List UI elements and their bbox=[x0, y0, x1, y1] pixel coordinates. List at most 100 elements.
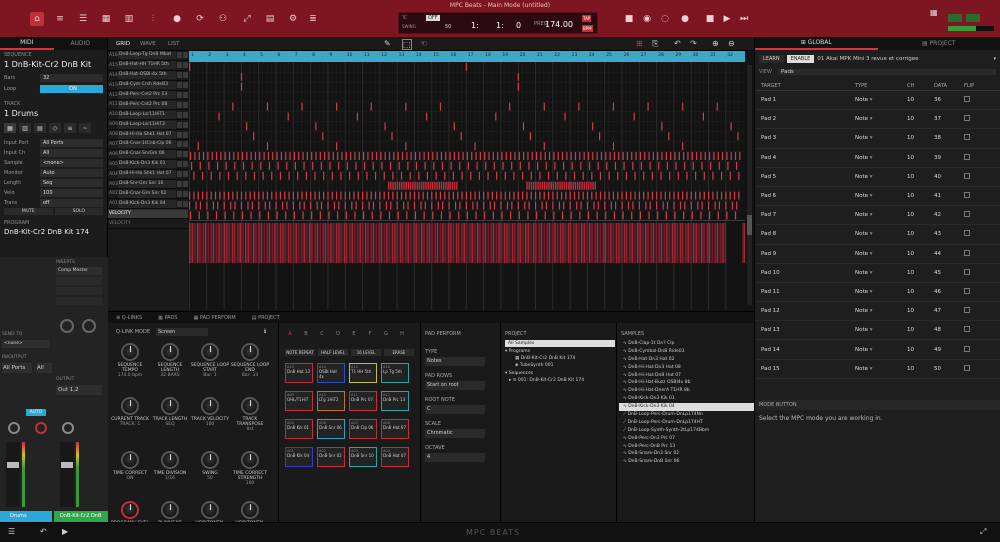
type-cell[interactable]: Note ▾ bbox=[855, 193, 907, 199]
note[interactable] bbox=[405, 191, 407, 200]
track-row[interactable]: A04 DnB-Hi-Ha Shk1 Hat 07 bbox=[108, 170, 188, 180]
note[interactable] bbox=[403, 201, 405, 210]
note[interactable] bbox=[514, 152, 516, 160]
note[interactable] bbox=[458, 211, 460, 220]
note[interactable] bbox=[709, 211, 711, 220]
note[interactable] bbox=[540, 152, 542, 160]
note[interactable] bbox=[652, 152, 654, 160]
ch-cell[interactable]: 10 bbox=[907, 116, 934, 122]
note[interactable] bbox=[479, 152, 481, 160]
note[interactable] bbox=[475, 211, 477, 220]
mapping-row[interactable]: Pad 2 Note ▾ 10 37 bbox=[755, 110, 1000, 130]
note[interactable] bbox=[552, 201, 554, 210]
track-row[interactable]: A15 DnB-Hat-HH T1HR 5th bbox=[108, 61, 188, 71]
note[interactable] bbox=[644, 152, 646, 160]
note[interactable] bbox=[528, 162, 530, 170]
solo-toggle[interactable] bbox=[183, 121, 188, 128]
note[interactable] bbox=[249, 191, 251, 200]
note[interactable] bbox=[626, 152, 629, 160]
swing-value[interactable]: 50 bbox=[445, 24, 451, 30]
note[interactable] bbox=[379, 201, 381, 210]
pad-function-button[interactable]: ERASE bbox=[384, 349, 414, 356]
note[interactable] bbox=[483, 191, 485, 200]
note[interactable] bbox=[397, 211, 399, 220]
note[interactable] bbox=[635, 152, 637, 160]
note[interactable] bbox=[682, 102, 684, 111]
solo-toggle[interactable] bbox=[183, 200, 188, 207]
note[interactable] bbox=[725, 201, 727, 210]
note[interactable] bbox=[727, 162, 729, 170]
note[interactable] bbox=[259, 211, 261, 220]
home-icon[interactable]: ⌂ bbox=[30, 12, 44, 26]
type-cell[interactable]: Note ▾ bbox=[855, 289, 907, 295]
note[interactable] bbox=[327, 201, 329, 210]
note[interactable] bbox=[472, 201, 474, 210]
sample-item[interactable]: ∿ DnB-Perc-DnB Prc 13 bbox=[619, 443, 755, 451]
note[interactable] bbox=[198, 152, 200, 160]
note[interactable] bbox=[240, 82, 243, 91]
note[interactable] bbox=[357, 191, 359, 200]
note[interactable] bbox=[554, 181, 557, 190]
note[interactable] bbox=[440, 211, 443, 220]
note[interactable] bbox=[267, 211, 270, 220]
note[interactable] bbox=[530, 171, 532, 180]
solo-toggle[interactable] bbox=[183, 92, 188, 98]
note[interactable] bbox=[497, 152, 499, 160]
program-name[interactable]: DnB-Kit-Cr2 DnB Kit 174 bbox=[0, 228, 107, 236]
note[interactable] bbox=[519, 162, 521, 170]
note[interactable] bbox=[726, 211, 728, 220]
note[interactable] bbox=[406, 211, 408, 220]
drum-pad[interactable]: A14 OSBI Hat 4x bbox=[317, 363, 345, 383]
note[interactable] bbox=[224, 211, 226, 220]
note[interactable] bbox=[504, 191, 506, 200]
pad-rows-select[interactable]: Start on root bbox=[425, 381, 485, 390]
note[interactable] bbox=[416, 181, 418, 190]
flip-checkbox[interactable] bbox=[964, 211, 970, 218]
pad-sample-name[interactable]: DnB-Loop-Lsr11HiT2 bbox=[118, 120, 176, 129]
knob-icon[interactable] bbox=[241, 397, 259, 415]
all-samples-item[interactable]: All Samples bbox=[505, 340, 615, 347]
ch-cell[interactable]: 10 bbox=[907, 347, 934, 353]
note[interactable] bbox=[535, 201, 537, 210]
track-row[interactable]: A11 DnB-Perc-Cnt2 Prc 08 bbox=[108, 100, 188, 111]
ch-cell[interactable]: 10 bbox=[907, 193, 934, 199]
note[interactable] bbox=[426, 171, 429, 180]
note[interactable] bbox=[586, 191, 589, 200]
data-cell[interactable]: 41 bbox=[934, 193, 964, 199]
data-cell[interactable]: 37 bbox=[934, 116, 964, 122]
type-cell[interactable]: Note ▾ bbox=[855, 251, 907, 257]
note[interactable] bbox=[350, 152, 352, 160]
note[interactable] bbox=[511, 201, 513, 210]
param-value[interactable]: Seq bbox=[40, 178, 103, 187]
note[interactable] bbox=[410, 152, 412, 160]
stop-record-icon[interactable]: ■ bbox=[622, 12, 636, 26]
note[interactable] bbox=[545, 201, 548, 210]
knob-icon[interactable] bbox=[121, 501, 139, 519]
param-value[interactable]: <none> bbox=[40, 158, 103, 167]
note[interactable] bbox=[292, 201, 294, 210]
note[interactable] bbox=[557, 152, 559, 160]
note[interactable] bbox=[210, 191, 212, 200]
bank-button[interactable]: G bbox=[381, 331, 391, 337]
sample-item[interactable]: ∿ DnB-Hi-Hat-DnerA T1HR 8b bbox=[619, 387, 755, 395]
note[interactable] bbox=[684, 162, 686, 170]
type-cell[interactable]: Note ▾ bbox=[855, 212, 907, 218]
note[interactable] bbox=[558, 201, 560, 210]
note[interactable] bbox=[552, 181, 555, 190]
qlink-knob[interactable]: SWING 50 bbox=[190, 451, 230, 481]
note[interactable] bbox=[612, 142, 615, 151]
input-port-select[interactable]: All Ports bbox=[2, 363, 32, 373]
note[interactable] bbox=[323, 191, 325, 200]
type-cell[interactable]: Note ▾ bbox=[855, 327, 907, 333]
solo-toggle[interactable] bbox=[183, 52, 188, 59]
ch-cell[interactable]: 10 bbox=[907, 289, 934, 295]
note[interactable] bbox=[665, 211, 667, 220]
note[interactable] bbox=[280, 152, 283, 160]
drum-pad[interactable]: A05 DnB Kik 01 bbox=[285, 419, 313, 439]
sample-item[interactable]: ⟋ DnB-Loop-Perc-Drum-DnLp174Nn bbox=[619, 411, 755, 419]
note[interactable] bbox=[355, 201, 357, 210]
mapping-row[interactable]: Pad 5 Note ▾ 10 40 bbox=[755, 168, 1000, 187]
drum-pad[interactable]: A06 DnB Snr 06 bbox=[317, 419, 345, 439]
note[interactable] bbox=[232, 102, 234, 111]
note[interactable] bbox=[596, 152, 598, 160]
